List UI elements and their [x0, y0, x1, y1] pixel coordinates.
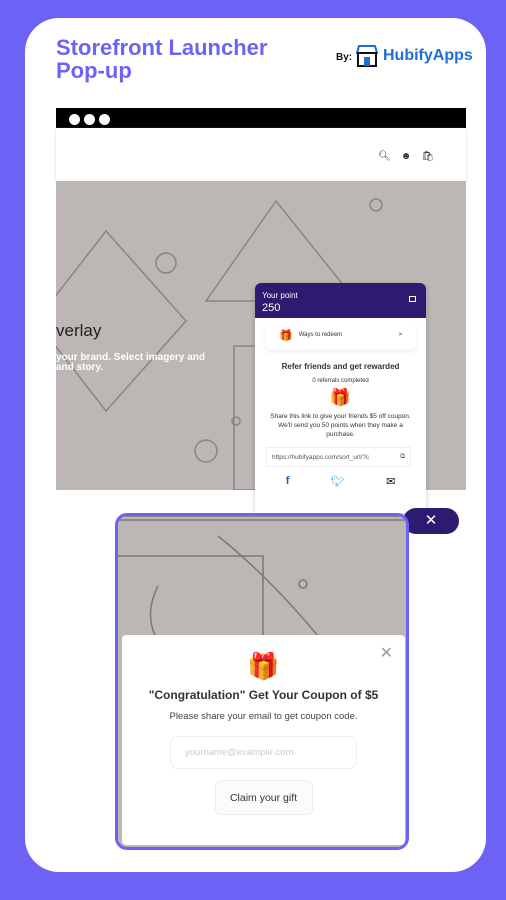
points-value: 250 — [262, 302, 281, 314]
hero-text: your brand. Select imagery and and story. — [56, 352, 205, 373]
page-title: Storefront Launcher Pop-up — [56, 35, 268, 83]
claim-gift-button[interactable]: Claim your gift — [214, 780, 313, 815]
brand-logo: HubifyApps — [354, 44, 473, 68]
point-label: Your point — [262, 291, 298, 300]
gift-icon: 🎁 — [247, 651, 280, 681]
hero-heading: verlay — [56, 321, 102, 340]
facebook-icon[interactable]: f — [286, 475, 290, 488]
popup-title: "Congratulation" Get Your Coupon of $5 — [148, 688, 379, 702]
widget-header: Your point 250 — [255, 283, 426, 318]
store-icon — [355, 45, 379, 67]
window-dot — [84, 114, 95, 125]
close-icon: ✕ — [424, 512, 438, 529]
search-icon[interactable]: 🔍︎ — [378, 151, 391, 162]
twitter-icon[interactable]: 🐦︎ — [331, 475, 345, 488]
popup-subtitle: Please share your email to get coupon co… — [169, 711, 358, 722]
store-header: 🔍︎ ☻ 🛍︎ — [56, 128, 466, 181]
rewards-widget: Your point 250 🎁 Ways to redeem > Refer fr… — [255, 283, 426, 513]
popup-preview-frame: ✕ 🎁 "Congratulation" Get Your Coupon of … — [115, 513, 409, 850]
chevron-right-icon: > — [398, 332, 402, 338]
referral-description: Share this link to give your friends $5 … — [270, 413, 411, 438]
email-input[interactable] — [170, 736, 357, 769]
ways-to-redeem-label: Ways to redeem — [298, 332, 343, 338]
minimize-icon[interactable] — [409, 296, 416, 302]
by-label: By: — [336, 52, 353, 63]
referral-link-text: https://hubifyapps.com/sort_url/?c — [272, 453, 370, 461]
window-dot — [69, 114, 80, 125]
cart-icon[interactable]: 🛍︎ — [421, 151, 434, 162]
gift-icon: 🎁 — [279, 329, 293, 342]
referral-link[interactable]: https://hubifyapps.com/sort_url/?c ⧉ — [266, 447, 411, 467]
ways-to-redeem-row[interactable]: 🎁 Ways to redeem > — [265, 320, 416, 350]
coupon-popup: ✕ 🎁 "Congratulation" Get Your Coupon of … — [122, 635, 405, 845]
gift-icon: 🎁 — [329, 388, 352, 407]
refer-title: Refer friends and get rewarded — [281, 362, 400, 371]
referrals-count: 0 referrals completed — [312, 378, 369, 384]
copy-icon[interactable]: ⧉ — [400, 453, 405, 461]
brand-name: HubifyApps — [383, 47, 473, 64]
close-icon[interactable]: ✕ — [380, 643, 393, 663]
background-illustration — [118, 516, 406, 646]
account-icon[interactable]: ☻ — [401, 151, 412, 162]
window-dot — [99, 114, 110, 125]
widget-close-button[interactable]: ✕ — [403, 508, 459, 534]
browser-bar — [56, 108, 466, 128]
email-icon[interactable]: ✉ — [386, 475, 395, 488]
